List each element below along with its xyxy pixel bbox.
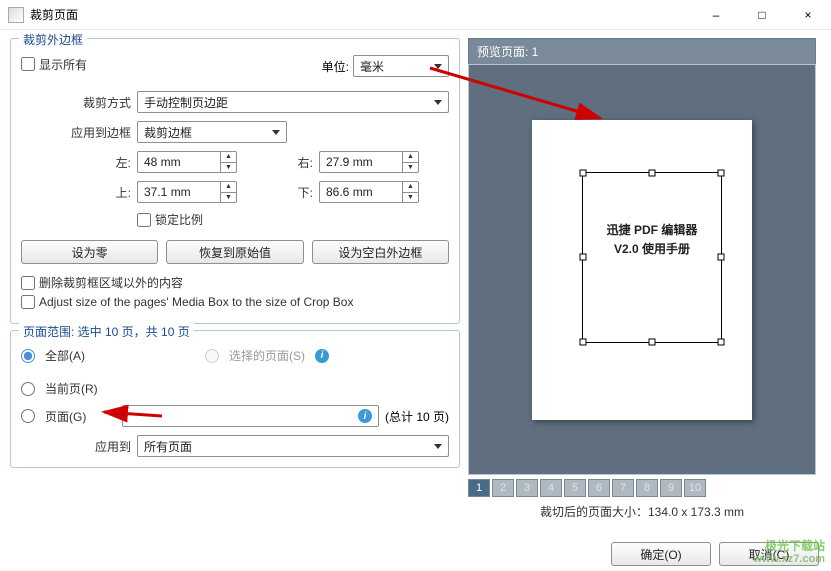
close-button[interactable]: ×: [785, 0, 831, 30]
crop-mode-value: 手动控制页边距: [144, 94, 228, 111]
spin-up-icon[interactable]: ▲: [403, 152, 418, 163]
page-thumb[interactable]: 9: [660, 479, 682, 497]
adjust-mediabox-label: Adjust size of the pages' Media Box to t…: [39, 295, 353, 309]
footer: 确定(O) 取消(C): [0, 537, 831, 571]
adjust-mediabox-checkbox[interactable]: [21, 295, 35, 309]
right-label: 右:: [243, 154, 313, 171]
pages-radio[interactable]: [21, 409, 35, 423]
show-all-checkbox[interactable]: [21, 57, 35, 71]
crop-mode-label: 裁剪方式: [21, 94, 131, 111]
remove-outside-label: 删除裁剪框区域以外的内容: [39, 274, 183, 291]
apply-border-label: 应用到边框: [21, 124, 131, 141]
spin-up-icon[interactable]: ▲: [221, 152, 236, 163]
doc-title-line1: 迅捷 PDF 编辑器: [583, 221, 721, 240]
page-thumb[interactable]: 1: [468, 479, 490, 497]
set-zero-button[interactable]: 设为零: [21, 240, 158, 264]
spin-up-icon[interactable]: ▲: [221, 182, 236, 193]
handle-nw[interactable]: [580, 169, 587, 176]
spin-down-icon[interactable]: ▼: [221, 163, 236, 173]
preview-body: 迅捷 PDF 编辑器 V2.0 使用手册: [468, 64, 816, 475]
window-buttons: – □ ×: [693, 0, 831, 30]
handle-se[interactable]: [718, 338, 725, 345]
maximize-button[interactable]: □: [739, 0, 785, 30]
right-value: 27.9 mm: [320, 152, 402, 172]
app-icon: [8, 7, 24, 23]
unit-value: 毫米: [360, 58, 384, 75]
right-spin[interactable]: 27.9 mm ▲▼: [319, 151, 419, 173]
apply-to-label: 应用到: [21, 438, 131, 455]
crop-legend: 裁剪外边框: [19, 31, 87, 48]
handle-s[interactable]: [649, 338, 656, 345]
apply-to-value: 所有页面: [144, 438, 192, 455]
preview-header: 预览页面: 1: [468, 38, 816, 64]
spin-down-icon[interactable]: ▼: [403, 163, 418, 173]
pages-input[interactable]: i: [122, 405, 379, 427]
apply-border-combo[interactable]: 裁剪边框: [137, 121, 287, 143]
titlebar: 裁剪页面 – □ ×: [0, 0, 831, 30]
lock-ratio-label: 锁定比例: [155, 211, 203, 228]
current-label: 当前页(R): [45, 380, 98, 397]
handle-ne[interactable]: [718, 169, 725, 176]
restore-button[interactable]: 恢复到原始值: [166, 240, 303, 264]
handle-sw[interactable]: [580, 338, 587, 345]
cancel-button[interactable]: 取消(C): [719, 542, 819, 566]
apply-border-value: 裁剪边框: [144, 124, 192, 141]
info-icon[interactable]: i: [315, 349, 329, 363]
page-thumb[interactable]: 5: [564, 479, 586, 497]
crop-rect[interactable]: 迅捷 PDF 编辑器 V2.0 使用手册: [582, 172, 722, 343]
page-thumb[interactable]: 7: [612, 479, 634, 497]
lock-ratio-checkbox[interactable]: [137, 213, 151, 227]
top-spin[interactable]: 37.1 mm ▲▼: [137, 181, 237, 203]
preview-page[interactable]: 迅捷 PDF 编辑器 V2.0 使用手册: [532, 120, 752, 420]
left-label: 左:: [21, 154, 131, 171]
pager: 1 2 3 4 5 6 7 8 9 10: [468, 479, 816, 497]
page-thumb[interactable]: 6: [588, 479, 610, 497]
bottom-label: 下:: [243, 184, 313, 201]
crop-mode-combo[interactable]: 手动控制页边距: [137, 91, 449, 113]
handle-n[interactable]: [649, 169, 656, 176]
left-spin[interactable]: 48 mm ▲▼: [137, 151, 237, 173]
show-all-label: 显示所有: [39, 56, 87, 73]
pagerange-group: 页面范围: 选中 10 页，共 10 页 全部(A) 选择的页面(S) i 当前…: [10, 330, 460, 468]
minimize-button[interactable]: –: [693, 0, 739, 30]
unit-combo[interactable]: 毫米: [353, 55, 449, 77]
cropped-size-label: 裁切后的页面大小：134.0 x 173.3 mm: [468, 503, 816, 520]
top-value: 37.1 mm: [138, 182, 220, 202]
pages-label: 页面(G): [45, 408, 86, 425]
top-label: 上:: [21, 184, 131, 201]
remove-outside-checkbox[interactable]: [21, 276, 35, 290]
selected-label: 选择的页面(S): [229, 347, 305, 364]
unit-label: 单位:: [322, 58, 349, 75]
current-radio[interactable]: [21, 382, 35, 396]
all-label: 全部(A): [45, 347, 85, 364]
doc-title-line2: V2.0 使用手册: [583, 240, 721, 259]
left-value: 48 mm: [138, 152, 220, 172]
crop-group: 裁剪外边框 显示所有 单位: 毫米 裁剪方式 手动控制页边距: [10, 38, 460, 324]
page-thumb[interactable]: 4: [540, 479, 562, 497]
ok-button[interactable]: 确定(O): [611, 542, 711, 566]
all-radio[interactable]: [21, 349, 35, 363]
spin-down-icon[interactable]: ▼: [221, 193, 236, 203]
apply-to-combo[interactable]: 所有页面: [137, 435, 449, 457]
page-thumb[interactable]: 2: [492, 479, 514, 497]
bottom-spin[interactable]: 86.6 mm ▲▼: [319, 181, 419, 203]
page-thumb[interactable]: 3: [516, 479, 538, 497]
pagerange-legend: 页面范围: 选中 10 页，共 10 页: [19, 323, 194, 340]
spin-up-icon[interactable]: ▲: [403, 182, 418, 193]
window-title: 裁剪页面: [30, 6, 693, 23]
total-pages-label: (总计 10 页): [385, 408, 449, 425]
set-blank-button[interactable]: 设为空白外边框: [312, 240, 449, 264]
selected-radio: [205, 349, 219, 363]
page-thumb[interactable]: 10: [684, 479, 706, 497]
info-icon[interactable]: i: [358, 409, 372, 423]
page-thumb[interactable]: 8: [636, 479, 658, 497]
spin-down-icon[interactable]: ▼: [403, 193, 418, 203]
bottom-value: 86.6 mm: [320, 182, 402, 202]
